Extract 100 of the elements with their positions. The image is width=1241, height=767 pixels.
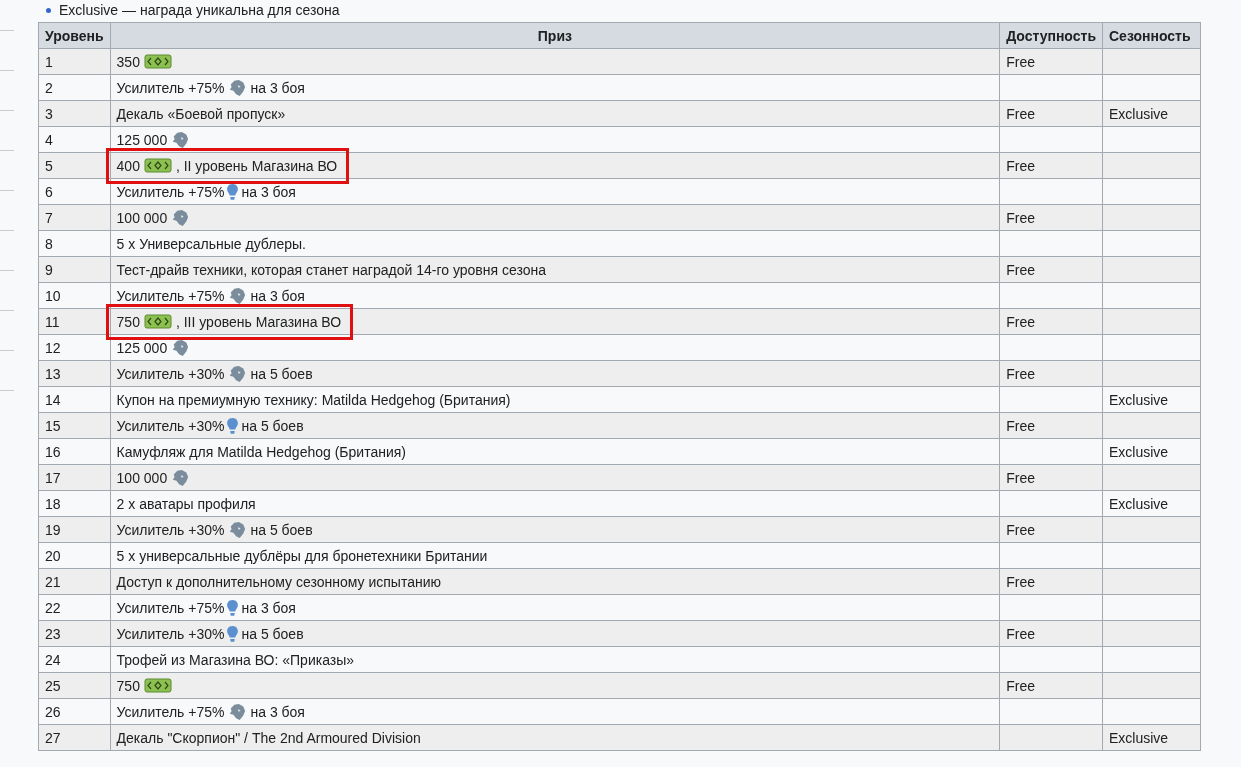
lightbulb-icon — [226, 598, 240, 617]
availability-cell: Free — [999, 256, 1103, 283]
lion-head-icon — [171, 468, 190, 487]
level-cell: 15 — [38, 412, 111, 439]
prize-text: Усилитель +30% — [116, 366, 225, 381]
lion-head-icon — [171, 208, 190, 227]
prize-text: на 3 боя — [241, 600, 296, 615]
level-cell: 21 — [38, 568, 111, 595]
lightbulb-icon — [226, 416, 240, 435]
prize-text: Усилитель +75% — [116, 184, 225, 199]
prize-text: , II уровень Магазина ВО — [175, 158, 338, 173]
prize-text: Декаль «Боевой пропуск» — [116, 106, 286, 121]
availability-cell: Free — [999, 204, 1103, 231]
prize-text: 5 x Универсальные дублеры. — [116, 236, 306, 251]
level-cell: 13 — [38, 360, 111, 387]
level-cell: 20 — [38, 542, 111, 569]
level-cell: 3 — [38, 100, 111, 127]
availability-cell: Free — [999, 568, 1103, 595]
prize-text: 125 000 — [116, 340, 168, 355]
prize-text: Усилитель +30% — [116, 626, 225, 641]
availability-cell: Free — [999, 48, 1103, 75]
prize-text: Усилитель +75% — [116, 288, 225, 303]
lion-head-icon — [228, 520, 247, 539]
level-cell: 27 — [38, 724, 111, 751]
lion-head-icon — [228, 702, 247, 721]
availability-cell: Free — [999, 308, 1103, 335]
level-cell: 18 — [38, 490, 111, 517]
prize-text: Декаль "Скорпион" / The 2nd Armoured Division — [116, 730, 421, 745]
bond-icon — [143, 158, 172, 173]
prize-text: 125 000 — [116, 132, 168, 147]
level-cell: 8 — [38, 230, 111, 257]
prize-text: 100 000 — [116, 210, 168, 225]
level-cell: 22 — [38, 594, 111, 621]
season-cell: Exclusive — [1102, 438, 1201, 465]
column-header: Доступность — [999, 22, 1103, 49]
availability-cell: Free — [999, 516, 1103, 543]
prize-text: Усилитель +75% — [116, 600, 225, 615]
level-cell: 17 — [38, 464, 111, 491]
lion-head-icon — [228, 364, 247, 383]
season-cell: Exclusive — [1102, 724, 1201, 751]
prize-text: Купон на премиумную технику: Matilda Hedgehog (Британия) — [116, 392, 511, 407]
availability-cell: Free — [999, 152, 1103, 179]
level-cell: 7 — [38, 204, 111, 231]
lightbulb-icon — [226, 624, 240, 643]
level-cell: 14 — [38, 386, 111, 413]
availability-cell: Free — [999, 672, 1103, 699]
prize-text: на 3 боя — [250, 80, 305, 95]
bond-icon — [143, 314, 172, 329]
prize-text: на 3 боя — [241, 184, 296, 199]
column-header: Сезонность — [1102, 22, 1201, 49]
prize-text: , III уровень Магазина ВО — [175, 314, 342, 329]
prize-text: на 5 боев — [241, 626, 304, 641]
level-cell: 16 — [38, 438, 111, 465]
availability-cell: Free — [999, 360, 1103, 387]
prize-text: 750 — [116, 678, 140, 693]
level-cell: 1 — [38, 48, 111, 75]
prize-text: Усилитель +75% — [116, 80, 225, 95]
availability-cell: Free — [999, 412, 1103, 439]
season-cell: Exclusive — [1102, 100, 1201, 127]
level-cell: 5 — [38, 152, 111, 179]
column-header: Уровень — [38, 22, 111, 49]
season-cell: Exclusive — [1102, 490, 1201, 517]
level-cell: 24 — [38, 646, 111, 673]
prize-text: на 5 боев — [241, 418, 304, 433]
prize-text: Трофей из Магазина ВО: «Приказы» — [116, 652, 355, 667]
column-header: Приз — [110, 22, 1000, 49]
prize-text: 350 — [116, 54, 140, 69]
level-cell: 19 — [38, 516, 111, 543]
availability-cell: Free — [999, 464, 1103, 491]
prize-text: 2 x аватары профиля — [116, 496, 256, 511]
prize-text: Доступ к дополнительному сезонному испытанию — [116, 574, 441, 589]
lion-head-icon — [228, 286, 247, 305]
bond-icon — [143, 678, 172, 693]
prize-text: на 3 боя — [250, 288, 305, 303]
level-cell: 6 — [38, 178, 111, 205]
availability-cell: Free — [999, 620, 1103, 647]
lion-head-icon — [171, 338, 190, 357]
lion-head-icon — [228, 78, 247, 97]
bond-icon — [143, 54, 172, 69]
lion-head-icon — [171, 130, 190, 149]
level-cell: 12 — [38, 334, 111, 361]
level-cell: 25 — [38, 672, 111, 699]
level-cell: 4 — [38, 126, 111, 153]
prize-text: Тест-драйв техники, которая станет наградой 14-го уровня сезона — [116, 262, 546, 277]
prize-text: на 3 боя — [250, 704, 305, 719]
prize-text: на 5 боев — [250, 366, 313, 381]
level-cell: 2 — [38, 74, 111, 101]
lightbulb-icon — [226, 182, 240, 201]
prize-text: 100 000 — [116, 470, 168, 485]
level-cell: 23 — [38, 620, 111, 647]
prize-text: Усилитель +30% — [116, 418, 225, 433]
prize-text: на 5 боев — [250, 522, 313, 537]
availability-cell: Free — [999, 100, 1103, 127]
legend-text: Exclusive — награда уникальна для сезона — [59, 0, 340, 20]
prize-text: Усилитель +30% — [116, 522, 225, 537]
prize-text: 750 — [116, 314, 140, 329]
prize-text: Усилитель +75% — [116, 704, 225, 719]
prize-text: 400 — [116, 158, 140, 173]
season-cell: Exclusive — [1102, 386, 1201, 413]
level-cell: 11 — [38, 308, 111, 335]
